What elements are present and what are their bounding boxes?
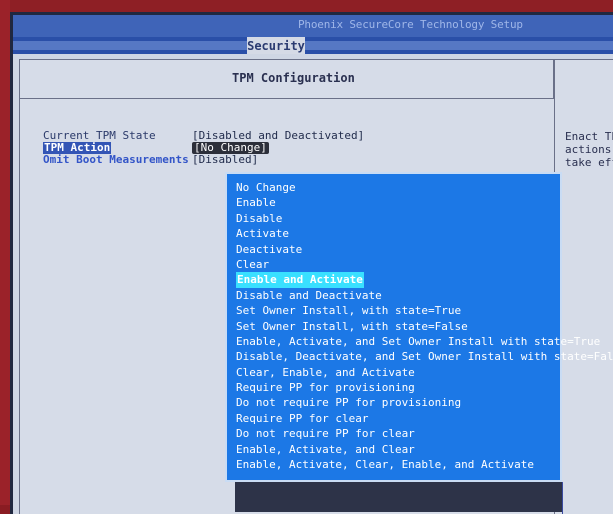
panel-header: TPM Configuration bbox=[20, 60, 554, 99]
tab-bar: Security bbox=[13, 37, 613, 54]
popup-option[interactable]: Disable bbox=[236, 211, 613, 226]
tpm-action-popup: No Change Enable Disable Activate Deactivate… bbox=[225, 172, 613, 482]
popup-option[interactable]: Enable and Activate bbox=[236, 272, 364, 288]
setting-label[interactable]: Omit Boot Measurements bbox=[43, 154, 189, 166]
bios-screen: Phoenix SecureCore Technology Setup Secu… bbox=[10, 12, 613, 514]
popup-option[interactable]: Disable and Deactivate bbox=[236, 288, 613, 303]
tab-bar-stripe bbox=[13, 41, 613, 50]
popup-option[interactable]: Enable, Activate, and Set Owner Install … bbox=[236, 334, 613, 349]
screen-bezel-left bbox=[0, 0, 10, 514]
popup-option[interactable]: Enable bbox=[236, 195, 613, 210]
popup-option[interactable]: Enable, Activate, Clear, Enable, and Act… bbox=[236, 457, 613, 472]
popup-option[interactable]: Enable, Activate, and Clear bbox=[236, 442, 613, 457]
divider bbox=[562, 482, 563, 514]
popup-option[interactable]: Do not require PP for provisioning bbox=[236, 395, 613, 410]
popup-option[interactable]: Require PP for clear bbox=[236, 411, 613, 426]
setting-value[interactable]: [Disabled] bbox=[192, 154, 258, 166]
popup-option[interactable]: Clear, Enable, and Activate bbox=[236, 365, 613, 380]
popup-option[interactable]: Deactivate bbox=[236, 242, 613, 257]
popup-option[interactable]: Disable, Deactivate, and Set Owner Insta… bbox=[236, 349, 613, 364]
popup-option[interactable]: Require PP for provisioning bbox=[236, 380, 613, 395]
help-text: Enact TPM actions r take effe bbox=[565, 130, 613, 169]
popup-shadow bbox=[235, 482, 562, 512]
vendor-title: Phoenix SecureCore Technology Setup bbox=[298, 18, 523, 31]
popup-option[interactable]: Set Owner Install, with state=True bbox=[236, 303, 613, 318]
popup-option[interactable]: Do not require PP for clear bbox=[236, 426, 613, 441]
tab-security[interactable]: Security bbox=[247, 37, 305, 54]
popup-option[interactable]: Clear bbox=[236, 257, 613, 272]
popup-option-list: No Change Enable Disable Activate Deactivate… bbox=[236, 180, 613, 472]
popup-option[interactable]: No Change bbox=[236, 180, 613, 195]
page-title: TPM Configuration bbox=[232, 71, 355, 85]
title-bar: Phoenix SecureCore Technology Setup bbox=[13, 15, 613, 37]
popup-option[interactable]: Activate bbox=[236, 226, 613, 241]
popup-option[interactable]: Set Owner Install, with state=False bbox=[236, 319, 613, 334]
